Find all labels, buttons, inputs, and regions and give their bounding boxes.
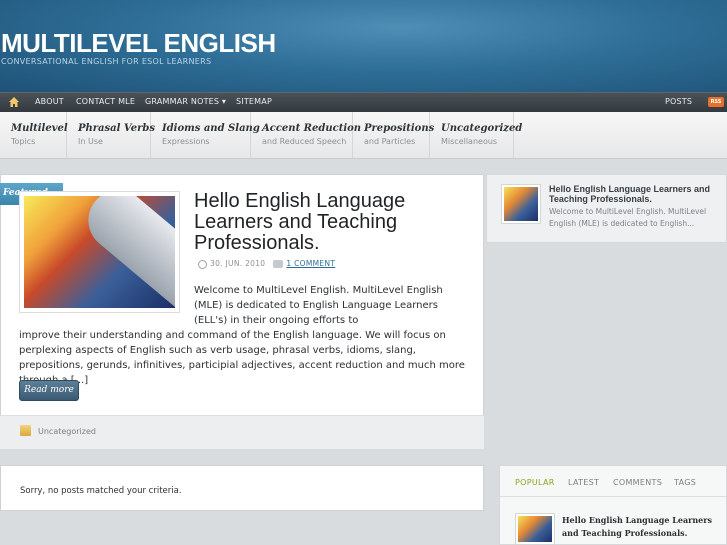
category-subtitle: Expressions — [162, 137, 210, 146]
category-subtitle: and Reduced Speech — [262, 137, 347, 146]
popular-post-title[interactable]: Hello English Language Learners and Teac… — [562, 514, 722, 540]
top-nav: ABOUT CONTACT MLE GRAMMAR NOTES ▾ SITEMA… — [0, 92, 727, 112]
nav-contact[interactable]: CONTACT MLE — [76, 97, 135, 106]
sidebar-post-title[interactable]: Hello English Language Learners and Teac… — [549, 184, 719, 204]
tab-tags[interactable]: TAGS — [674, 478, 696, 487]
popular-thumbnail[interactable] — [515, 513, 555, 545]
nav-posts-feed[interactable]: POSTS — [665, 97, 692, 106]
category-subtitle: Topics — [11, 137, 36, 146]
category-accent-reduction[interactable]: Accent Reduction and Reduced Speech — [251, 112, 362, 158]
site-tagline: CONVERSATIONAL ENGLISH FOR ESOL LEARNERS — [1, 57, 212, 66]
rss-icon[interactable]: RSS — [708, 97, 724, 107]
post-excerpt-top: Welcome to MultiLevel English. MultiLeve… — [194, 285, 443, 326]
category-idioms-slang[interactable]: Idioms and Slang Expressions — [151, 112, 260, 158]
category-uncategorized[interactable]: Uncategorized Miscellaneous — [430, 112, 523, 158]
post-category-link[interactable]: Uncategorized — [38, 427, 96, 436]
category-subtitle: Miscellaneous — [441, 137, 498, 146]
shuttle-image — [518, 516, 552, 542]
nav-grammar-notes[interactable]: GRAMMAR NOTES ▾ — [145, 97, 226, 106]
site-title[interactable]: MULTILEVEL ENGLISH — [1, 28, 276, 59]
nav-sitemap[interactable]: SITEMAP — [236, 97, 272, 106]
nav-about[interactable]: ABOUT — [35, 97, 64, 106]
category-phrasal-verbs[interactable]: Phrasal Verbs In Use — [67, 112, 156, 158]
post-thumbnail[interactable] — [19, 191, 180, 313]
sidebar-thumbnail[interactable] — [501, 184, 541, 224]
category-subtitle: and Particles — [364, 137, 416, 146]
shuttle-image — [504, 187, 538, 221]
category-title: Accent Reduction — [262, 123, 362, 134]
category-prepositions[interactable]: Prepositions and Particles — [353, 112, 435, 158]
category-multilevel[interactable]: Multilevel Topics — [0, 112, 68, 158]
comment-icon — [273, 260, 284, 268]
sidebar-post-excerpt: Welcome to MultiLevel English. MultiLeve… — [549, 207, 707, 228]
post-title[interactable]: Hello English Language Learners and Teac… — [194, 191, 474, 254]
shuttle-image — [24, 196, 175, 308]
category-title: Prepositions — [364, 123, 435, 134]
tab-comments[interactable]: COMMENTS — [613, 478, 662, 487]
category-subtitle: In Use — [78, 137, 103, 146]
category-title: Idioms and Slang — [162, 123, 260, 134]
category-title: Multilevel — [11, 123, 68, 134]
post-meta: 30. JUN. 2010 1 COMMENT — [198, 259, 335, 269]
read-more-button[interactable]: Read more — [19, 380, 79, 401]
tab-popular[interactable]: POPULAR — [515, 478, 555, 487]
tabs-bar: POPULAR LATEST COMMENTS TAGS — [500, 466, 726, 497]
no-posts-message: Sorry, no posts matched your criteria. — [0, 465, 484, 511]
comments-link[interactable]: 1 COMMENT — [286, 259, 335, 268]
category-title: Phrasal Verbs — [78, 123, 156, 134]
site-header: MULTILEVEL ENGLISH CONVERSATIONAL ENGLIS… — [0, 0, 727, 92]
post-excerpt-bottom: improve their understanding and command … — [19, 330, 465, 386]
post-date: 30. JUN. 2010 — [210, 259, 266, 268]
folder-icon — [20, 425, 31, 436]
category-bar: Multilevel Topics Phrasal Verbs In Use I… — [0, 112, 727, 159]
category-title: Uncategorized — [441, 123, 523, 134]
tab-latest[interactable]: LATEST — [568, 478, 599, 487]
home-icon[interactable] — [8, 96, 20, 108]
clock-icon — [198, 259, 207, 269]
